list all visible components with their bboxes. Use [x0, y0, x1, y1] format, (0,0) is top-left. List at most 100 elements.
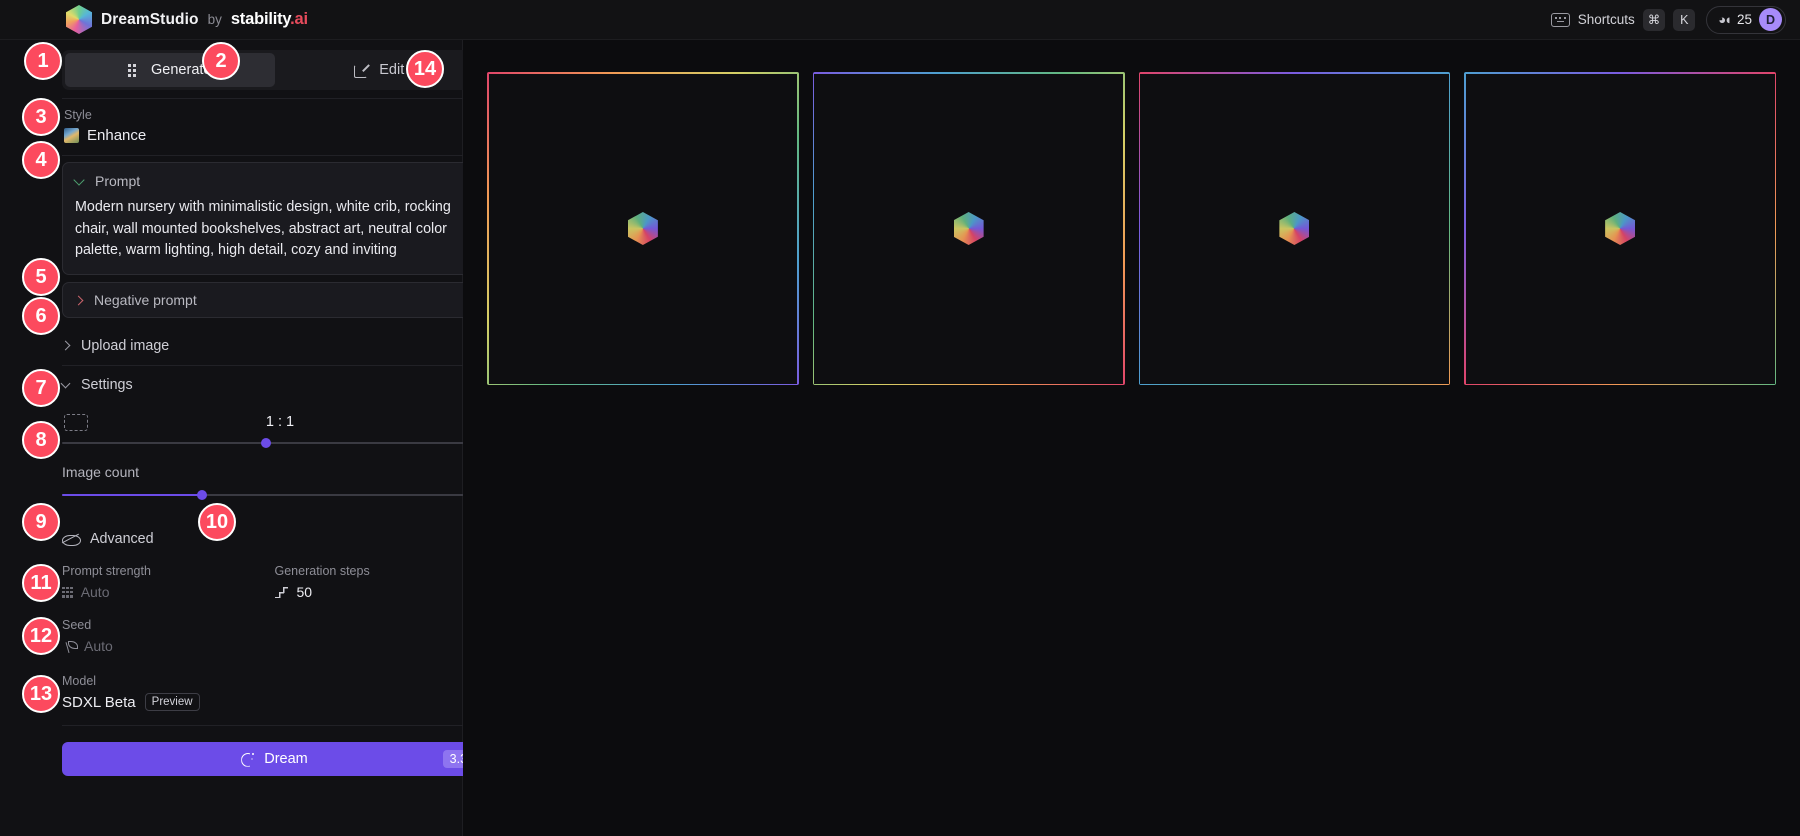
upload-image-label: Upload image [81, 337, 170, 354]
slider-thumb[interactable] [197, 490, 208, 501]
top-bar: DreamStudio by stability.ai Shortcuts ⌘ … [0, 0, 1800, 40]
stability-wordmark: stability.ai [231, 10, 308, 29]
annotation-badge-6: 6 [22, 297, 60, 335]
annotation-badge-5: 5 [22, 258, 60, 296]
chevron-down-icon [73, 173, 85, 186]
shortcuts-button[interactable]: Shortcuts ⌘ K [1550, 8, 1696, 31]
generation-steps-value: 50 [296, 584, 313, 601]
aspect-ratio-value: 1 : 1 [265, 414, 295, 431]
generation-steps-field[interactable]: Generation steps 50 [274, 564, 488, 601]
style-thumbnail-icon [64, 128, 79, 143]
brand-logo-group[interactable]: DreamStudio by stability.ai [66, 5, 308, 34]
tab-edit[interactable]: Edit [275, 53, 485, 87]
sidebar-panel: Generate Edit Style Enhance Prompt Moder… [0, 40, 488, 836]
annotation-badge-1: 1 [24, 42, 62, 80]
slider-fill [62, 494, 203, 497]
image-tile-inner [1465, 73, 1775, 384]
annotation-badge-4: 4 [22, 141, 60, 179]
image-tile[interactable] [812, 72, 1125, 385]
tab-generate[interactable]: Generate [65, 53, 275, 87]
settings-label: Settings [81, 377, 133, 394]
settings-section-header[interactable]: Settings [60, 366, 487, 404]
placeholder-hexagon-icon [627, 212, 658, 245]
seed-value-group: Auto [62, 638, 487, 654]
keycap-k: K [1673, 8, 1696, 31]
stability-dot-ai: .ai [290, 10, 308, 28]
prompt-strength-value-group: Auto [62, 584, 275, 600]
annotation-badge-10: 10 [198, 503, 236, 541]
image-tile-inner [488, 73, 798, 384]
dream-button-label: Dream [264, 751, 308, 768]
style-value: Enhance [87, 127, 147, 144]
tab-edit-label: Edit [379, 62, 405, 78]
moon-stars-icon [241, 753, 255, 766]
image-tile-inner [814, 73, 1123, 384]
negative-prompt-field[interactable]: Negative prompt [62, 282, 487, 319]
aspect-ratio-slider[interactable] [62, 436, 487, 450]
image-count-label: Image count [62, 464, 140, 481]
prompt-field[interactable]: Prompt Modern nursery with minimalistic … [62, 162, 487, 276]
credits-count: 25 [1736, 12, 1752, 27]
app-root: DreamStudio by stability.ai Shortcuts ⌘ … [0, 0, 1800, 836]
upload-image-row[interactable]: Upload image [60, 326, 487, 367]
annotation-badge-2: 2 [202, 42, 240, 80]
generation-steps-label: Generation steps [274, 564, 370, 579]
dream-button[interactable]: Dream 3.33 [62, 742, 487, 777]
prompt-strength-field[interactable]: Prompt strength Auto [62, 564, 275, 600]
annotation-badge-12: 12 [22, 617, 60, 655]
image-tile-inner [1140, 73, 1449, 384]
seed-value: Auto [84, 638, 113, 655]
dreamstudio-hexagon-logo-icon [66, 5, 92, 34]
divider [62, 155, 487, 156]
brand-name: DreamStudio [101, 10, 199, 28]
chevron-down-icon [60, 378, 71, 389]
annotation-badge-3: 3 [22, 98, 60, 136]
seed-label: Seed [62, 618, 92, 633]
image-count-slider[interactable] [62, 488, 487, 502]
slider-thumb[interactable] [261, 438, 271, 449]
placeholder-hexagon-icon [1605, 212, 1636, 245]
style-selector[interactable]: Style Enhance [62, 99, 488, 155]
style-value-group: Enhance [64, 127, 485, 144]
grid-icon [128, 63, 141, 77]
slider-track [62, 442, 487, 445]
model-preview-badge: Preview [144, 693, 200, 712]
placeholder-hexagon-icon [1279, 212, 1310, 245]
annotation-badge-8: 8 [22, 421, 60, 459]
negative-prompt-label: Negative prompt [94, 292, 197, 309]
model-selector[interactable]: Model SDXL Beta Preview [62, 674, 488, 727]
landscape-ratio-icon[interactable] [64, 413, 88, 431]
annotation-badge-11: 11 [22, 564, 60, 602]
placeholder-hexagon-icon [953, 212, 984, 245]
pencil-edit-icon [354, 63, 369, 78]
image-tile[interactable] [487, 72, 799, 385]
model-value: SDXL Beta [62, 693, 136, 711]
avatar[interactable]: D [1759, 8, 1782, 31]
annotation-badge-7: 7 [22, 369, 60, 407]
credits-pill[interactable]: ◕◖ 25 D [1706, 5, 1786, 34]
annotation-badge-13: 13 [22, 675, 60, 713]
annotation-badge-9: 9 [22, 503, 60, 541]
generation-steps-value-group: 50 [274, 584, 488, 601]
eye-off-icon [62, 533, 81, 546]
credits-coin-icon: ◕◖ [1718, 12, 1732, 27]
advanced-settings-grid: Prompt strength Auto Generation steps 50 [62, 564, 487, 600]
generation-canvas [463, 40, 1800, 836]
keycap-command: ⌘ [1642, 8, 1666, 31]
prompt-strength-value: Auto [80, 584, 110, 601]
style-label: Style [64, 108, 92, 122]
chevron-right-icon [60, 340, 71, 351]
model-label: Model [62, 674, 97, 689]
advanced-toggle[interactable]: Advanced [62, 518, 487, 560]
image-tile[interactable] [1138, 72, 1451, 385]
image-tile[interactable] [1464, 72, 1776, 385]
top-bar-right-group: Shortcuts ⌘ K ◕◖ 25 D [1550, 5, 1786, 34]
steps-stairs-icon [274, 586, 289, 599]
annotation-badge-14: 14 [406, 50, 444, 88]
prompt-text[interactable]: Modern nursery with minimalistic design,… [75, 197, 474, 262]
seed-field[interactable]: Seed Auto [62, 618, 487, 654]
prompt-strength-label: Prompt strength [62, 564, 151, 579]
keyboard-icon [1550, 12, 1570, 27]
chevron-right-icon [73, 295, 84, 306]
prompt-header[interactable]: Prompt [73, 173, 474, 189]
